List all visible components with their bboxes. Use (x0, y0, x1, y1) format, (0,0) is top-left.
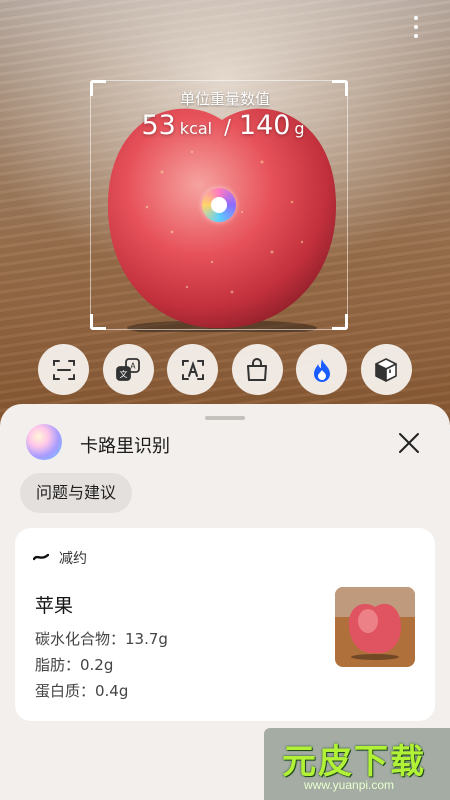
food-thumbnail (335, 587, 415, 667)
fat-value: 脂肪：0.2g (35, 656, 114, 674)
food-result-card[interactable]: 减约 苹果 碳水化合物：13.7g 脂肪：0.2g 蛋白质：0.4g (15, 528, 435, 721)
calorie-readout: 53 kcal / 140 g (0, 110, 450, 141)
weight-unit: g (294, 119, 305, 138)
translate-button[interactable]: 文 A (102, 344, 154, 395)
svg-text:文: 文 (120, 369, 128, 379)
scan-icon (52, 359, 75, 380)
box-icon (375, 357, 398, 382)
sheet-title: 卡路里识别 (80, 436, 170, 457)
sheet-drag-handle[interactable] (205, 416, 245, 420)
scan-button[interactable] (38, 344, 89, 395)
tool-bar: 文 A (38, 344, 412, 396)
object-recognition-button[interactable] (360, 344, 412, 395)
more-menu-icon[interactable] (410, 16, 422, 44)
kcal-value: 53 (141, 110, 176, 141)
kcal-unit: kcal (179, 119, 213, 138)
text-recognition-button[interactable] (167, 344, 219, 395)
shopping-bag-icon (247, 357, 268, 381)
translate-icon: 文 A (116, 357, 140, 381)
close-icon[interactable] (394, 428, 424, 458)
flame-icon (313, 358, 330, 382)
protein-value: 蛋白质：0.4g (35, 682, 129, 700)
text-recognition-icon (181, 359, 204, 380)
site-watermark: 元皮下载 www.yuanpi.com (264, 728, 450, 800)
watermark-url: www.yuanpi.com (304, 778, 395, 792)
focus-point-icon[interactable] (202, 188, 236, 222)
svg-text:A: A (131, 361, 137, 370)
unit-weight-label: 单位重量数值 (179, 90, 270, 108)
food-name: 苹果 (35, 595, 74, 617)
weight-value: 140 (238, 110, 291, 141)
brand-logo-icon (33, 553, 49, 561)
feedback-chip[interactable]: 问题与建议 (20, 473, 133, 513)
shopping-button[interactable] (231, 344, 283, 395)
readout-separator: / (224, 115, 231, 139)
carbs-value: 碳水化合物：13.7g (35, 630, 168, 648)
assistant-logo-icon (26, 424, 62, 460)
brand-name: 减约 (59, 551, 87, 567)
watermark-logo-text: 元皮下载 (282, 742, 426, 782)
calorie-button[interactable] (296, 344, 348, 395)
